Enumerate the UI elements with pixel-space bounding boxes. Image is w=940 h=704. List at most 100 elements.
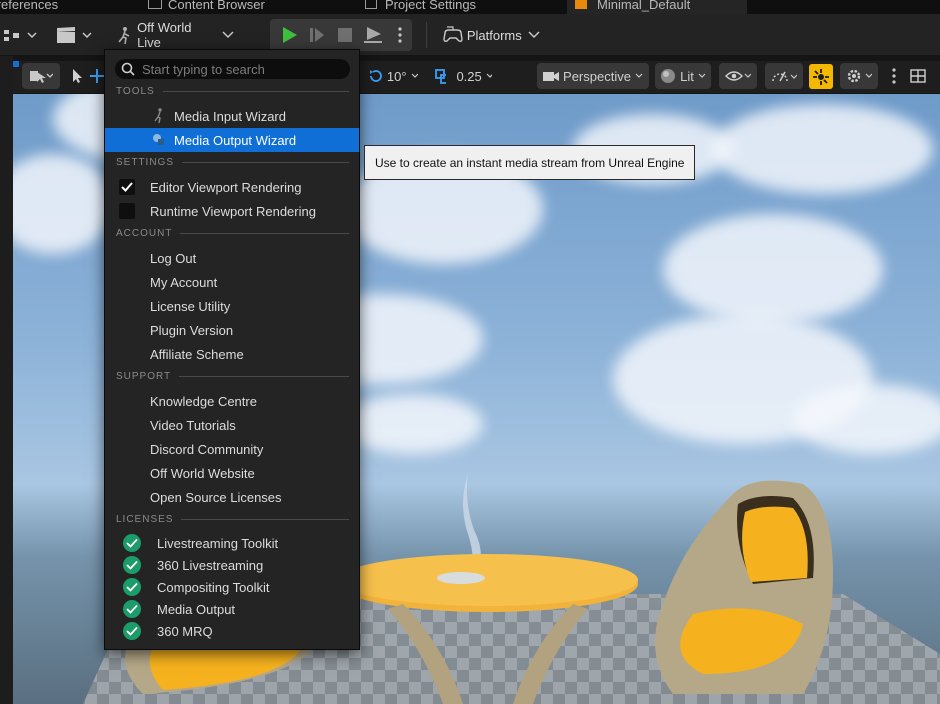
menu-item-discord-community[interactable]: Discord Community bbox=[105, 437, 359, 461]
search-input[interactable] bbox=[142, 61, 342, 77]
camera-speed-button[interactable] bbox=[809, 64, 833, 89]
checkmark-icon bbox=[121, 182, 133, 192]
tab-label: Minimal_Default bbox=[597, 0, 691, 12]
menu-item-knowledge-centre[interactable]: Knowledge Centre bbox=[105, 389, 359, 413]
play-options-button[interactable] bbox=[390, 21, 410, 49]
clapperboard-icon bbox=[57, 27, 92, 43]
play-button[interactable] bbox=[276, 21, 302, 49]
rotation-snap-value: 10° bbox=[386, 68, 407, 84]
section-divider bbox=[181, 519, 349, 520]
item-label: Editor Viewport Rendering bbox=[150, 179, 302, 195]
item-label: Affiliate Scheme bbox=[150, 346, 244, 362]
menu-item-affiliate-scheme[interactable]: Affiliate Scheme bbox=[105, 342, 359, 366]
section-label: LICENSES bbox=[116, 514, 174, 525]
license-livestreaming-toolkit: Livestreaming Toolkit bbox=[105, 531, 359, 555]
stop-icon bbox=[338, 28, 352, 42]
menu-item-video-tutorials[interactable]: Video Tutorials bbox=[105, 413, 359, 437]
platforms-label: Platforms bbox=[466, 27, 522, 43]
menu-item-license-utility[interactable]: License Utility bbox=[105, 294, 359, 318]
menu-item-my-account[interactable]: My Account bbox=[105, 270, 359, 294]
off-world-figure-icon bbox=[118, 27, 130, 44]
editor-viewport-checkbox[interactable] bbox=[119, 179, 135, 195]
eye-icon bbox=[725, 71, 751, 81]
chevron-down-icon bbox=[635, 73, 643, 78]
rotation-snap-dropdown[interactable]: 10° bbox=[368, 65, 418, 87]
item-label: Knowledge Centre bbox=[150, 393, 257, 409]
item-label: Discord Community bbox=[150, 441, 264, 457]
license-check-icon bbox=[123, 578, 141, 596]
section-label: ACCOUNT bbox=[116, 228, 173, 239]
media-output-tooltip: Use to create an instant media stream fr… bbox=[364, 145, 695, 180]
show-flags-dropdown[interactable] bbox=[719, 63, 757, 89]
runtime-viewport-checkbox[interactable] bbox=[119, 203, 135, 219]
hierarchy-icon bbox=[4, 30, 37, 41]
section-divider bbox=[179, 376, 349, 377]
item-label: Media Output bbox=[157, 601, 236, 617]
eject-button[interactable] bbox=[360, 21, 386, 49]
item-label: Plugin Version bbox=[150, 322, 234, 338]
rotate-snap-icon bbox=[370, 70, 382, 82]
menu-item-editor-viewport-rendering[interactable]: Editor Viewport Rendering bbox=[105, 175, 359, 199]
scale-snap-value: 0.25 bbox=[456, 68, 482, 84]
lit-mode-dropdown[interactable]: Lit bbox=[655, 63, 711, 89]
cursor-arrow-icon bbox=[73, 69, 82, 83]
tab-minimal-default[interactable]: Minimal_Default bbox=[567, 0, 747, 14]
lit-label: Lit bbox=[680, 68, 694, 84]
select-arrow-button[interactable] bbox=[66, 65, 88, 87]
license-check-icon bbox=[123, 622, 141, 640]
menu-search-box[interactable] bbox=[115, 59, 350, 79]
chevron-down-icon bbox=[698, 73, 706, 78]
item-label: 360 MRQ bbox=[157, 623, 213, 639]
viewport-options-button[interactable] bbox=[886, 65, 902, 87]
item-label: Runtime Viewport Rendering bbox=[150, 203, 316, 219]
kebab-icon bbox=[892, 68, 896, 84]
perspective-dropdown[interactable]: Perspective bbox=[537, 63, 649, 89]
license-360-mrq: 360 MRQ bbox=[105, 619, 359, 643]
section-label: SUPPORT bbox=[116, 371, 172, 382]
item-label: Off World Website bbox=[150, 465, 255, 481]
item-label: Video Tutorials bbox=[150, 417, 236, 433]
menu-item-off-world-website[interactable]: Off World Website bbox=[105, 461, 359, 485]
tab-project-settings[interactable]: Project Settings bbox=[365, 0, 476, 14]
item-label: My Account bbox=[150, 274, 218, 290]
off-world-live-dropdown[interactable]: Off World Live bbox=[112, 20, 234, 50]
stop-button[interactable] bbox=[332, 21, 358, 49]
tab-label: Preferences bbox=[0, 0, 59, 12]
search-icon bbox=[121, 62, 135, 76]
menu-item-log-out[interactable]: Log Out bbox=[105, 246, 359, 270]
tab-preferences[interactable]: Preferences bbox=[0, 0, 58, 14]
chevron-down-icon bbox=[528, 31, 540, 39]
license-check-icon bbox=[123, 556, 141, 574]
item-label: Log Out bbox=[150, 250, 197, 266]
advance-frame-button[interactable] bbox=[304, 21, 330, 49]
section-header-settings: SETTINGS bbox=[116, 157, 349, 168]
menu-item-runtime-viewport-rendering[interactable]: Runtime Viewport Rendering bbox=[105, 199, 359, 223]
layout-button[interactable] bbox=[906, 65, 930, 87]
cinematics-dropdown[interactable] bbox=[52, 22, 94, 48]
viewport-settings-dropdown[interactable] bbox=[840, 63, 878, 89]
level-icon bbox=[575, 0, 587, 9]
chevron-down-icon bbox=[486, 73, 492, 78]
license-check-icon bbox=[123, 600, 141, 618]
menu-item-media-input-wizard[interactable]: Media Input Wizard bbox=[105, 104, 359, 128]
viewport-corner-marker bbox=[13, 61, 19, 67]
menu-item-open-source-licenses[interactable]: Open Source Licenses bbox=[105, 485, 359, 509]
section-label: TOOLS bbox=[116, 86, 155, 97]
license-compositing-toolkit: Compositing Toolkit bbox=[105, 575, 359, 599]
kebab-icon bbox=[398, 27, 402, 43]
realtime-dropdown[interactable] bbox=[765, 63, 803, 89]
menu-item-media-output-wizard[interactable]: Media Output Wizard bbox=[105, 128, 359, 152]
gear-icon bbox=[847, 69, 872, 83]
select-tool-icon bbox=[30, 71, 53, 83]
select-mode-dropdown[interactable] bbox=[22, 63, 60, 89]
scale-snap-dropdown[interactable]: 0.25 bbox=[434, 65, 492, 87]
translate-button[interactable] bbox=[90, 65, 104, 87]
eject-icon bbox=[364, 27, 382, 43]
tab-content-browser[interactable]: Content Browser bbox=[148, 0, 265, 14]
section-label: SETTINGS bbox=[116, 157, 175, 168]
platforms-dropdown[interactable]: Platforms bbox=[440, 22, 540, 48]
menu-item-plugin-version[interactable]: Plugin Version bbox=[105, 318, 359, 342]
step-icon bbox=[310, 28, 324, 42]
tab-label: Project Settings bbox=[385, 0, 477, 12]
modes-dropdown[interactable] bbox=[0, 22, 40, 48]
